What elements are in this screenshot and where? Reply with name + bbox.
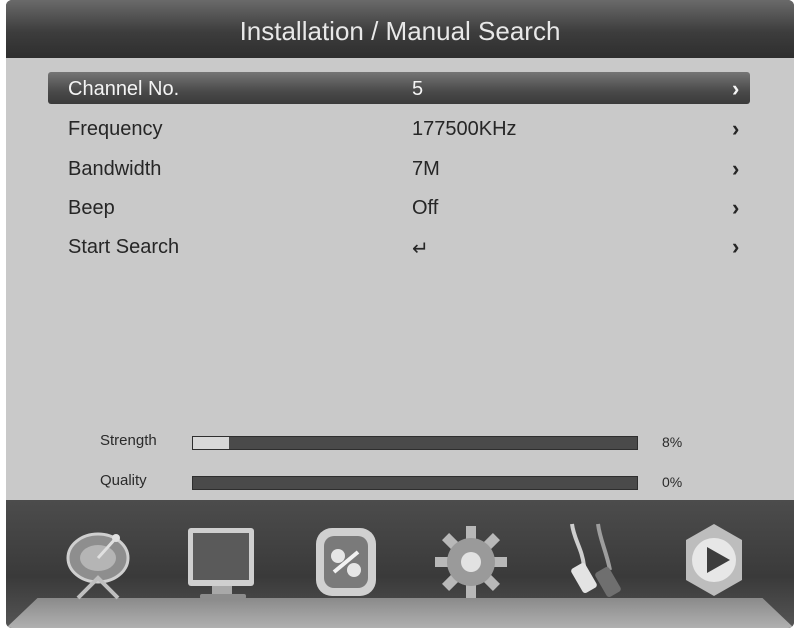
menu-item-beep[interactable]: Beep Off › <box>48 191 750 223</box>
menu-item-label: Frequency <box>68 118 163 140</box>
strength-value: 8% <box>662 434 683 450</box>
main-window: Installation / Manual Search Channel No.… <box>6 0 794 628</box>
menu-item-value: Off <box>412 197 439 219</box>
chevron-right-icon: › <box>732 234 740 259</box>
chevron-right-icon: › <box>732 195 740 220</box>
strength-bar-fill <box>193 437 229 449</box>
chevron-right-icon: › <box>732 76 740 101</box>
menu-item-value: 177500KHz <box>412 118 517 140</box>
tv-monitor-icon[interactable] <box>182 520 262 604</box>
menu-item-label: Start Search <box>68 236 180 258</box>
menu-panel: Channel No. 5 › Frequency 177500KHz › Ba… <box>6 58 794 500</box>
menu-item-value: 5 <box>412 78 424 100</box>
strength-label: Strength <box>100 432 157 449</box>
satellite-dish-icon[interactable] <box>58 520 138 604</box>
quality-label: Quality <box>100 472 147 489</box>
enter-icon: ↵ <box>412 238 429 260</box>
menu-item-channel-no[interactable]: Channel No. 5 › <box>48 72 750 104</box>
strength-bar <box>192 436 638 450</box>
page-title: Installation / Manual Search <box>6 0 794 58</box>
av-cable-icon[interactable] <box>554 520 634 604</box>
quality-bar <box>192 476 638 490</box>
media-tools-icon[interactable] <box>306 520 386 604</box>
menu-item-frequency[interactable]: Frequency 177500KHz › <box>48 112 750 144</box>
quality-value: 0% <box>662 474 683 490</box>
menu-item-label: Bandwidth <box>68 158 162 180</box>
chevron-right-icon: › <box>732 116 740 141</box>
gear-icon[interactable] <box>430 520 510 604</box>
menu-item-label: Channel No. <box>68 78 180 100</box>
menu-item-label: Beep <box>68 197 115 219</box>
chevron-right-icon: › <box>732 156 740 181</box>
main-menu-dock <box>6 500 794 628</box>
play-icon[interactable] <box>674 520 754 604</box>
menu-item-value: 7M <box>412 158 440 180</box>
menu-item-bandwidth[interactable]: Bandwidth 7M › <box>48 152 750 184</box>
menu-item-start-search[interactable]: Start Search ↵ › <box>48 230 750 262</box>
